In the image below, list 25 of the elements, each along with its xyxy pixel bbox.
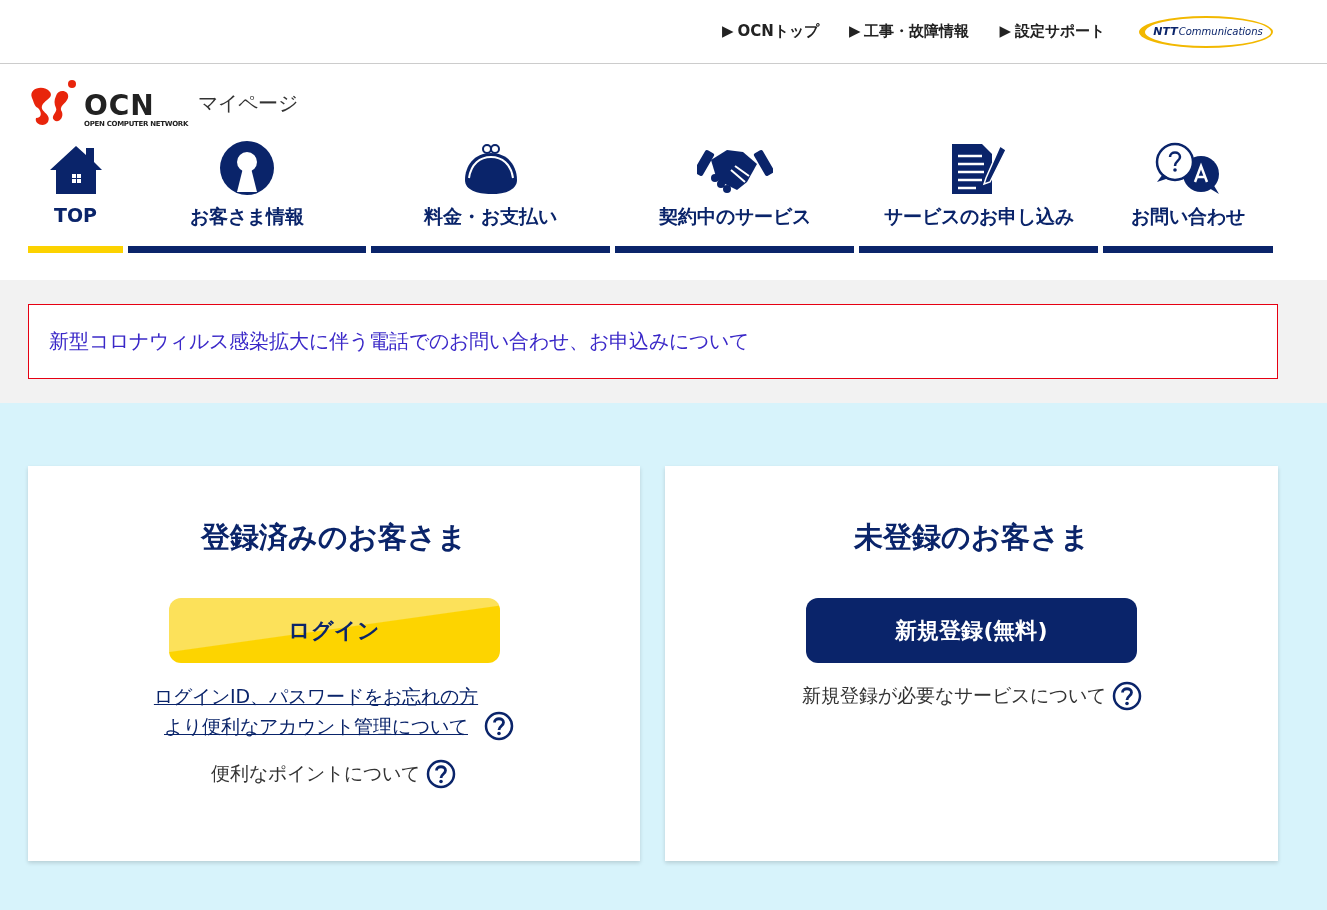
login-button[interactable]: ログイン bbox=[168, 598, 500, 663]
help-text: 便利なポイントについて bbox=[211, 761, 421, 786]
nav-tab[interactable]: 契約中のサービス bbox=[615, 138, 854, 253]
header-link[interactable]: ▶ 工事・故障情報 bbox=[848, 22, 970, 41]
logo-text: OCN bbox=[84, 92, 155, 120]
help-icon[interactable] bbox=[1111, 681, 1142, 711]
page-title: マイページ bbox=[198, 90, 298, 117]
help-icon[interactable] bbox=[484, 711, 515, 741]
register-button[interactable]: 新規登録(無料) bbox=[806, 598, 1137, 663]
help-icon[interactable] bbox=[426, 759, 457, 789]
keyhole-icon bbox=[219, 140, 275, 196]
card-title: 未登録のお客さま bbox=[853, 519, 1090, 556]
nav-tab[interactable]: サービスのお申し込み bbox=[859, 138, 1098, 253]
header-link[interactable]: ▶ 設定サポート bbox=[999, 22, 1105, 41]
nav-tab[interactable]: お問い合わせ bbox=[1103, 138, 1273, 253]
ntt-logo[interactable]: NTTCommunications bbox=[1139, 15, 1273, 48]
help-text: 新規登録が必要なサービスについて bbox=[801, 683, 1106, 708]
header-link[interactable]: ▶ OCNトップ bbox=[722, 22, 819, 41]
help-link[interactable]: ログインID、パスワードをお忘れの方 より便利なアカウント管理について bbox=[153, 681, 479, 741]
notice-link[interactable]: 新型コロナウィルス感染拡大に伴う電話でのお問い合わせ、お申込みについて bbox=[49, 328, 749, 355]
nav-tab[interactable]: TOP bbox=[28, 138, 123, 253]
nav-tab[interactable]: 料金・お支払い bbox=[371, 138, 610, 253]
document-pen-icon bbox=[949, 142, 1008, 196]
card-title: 登録済みのお客さま bbox=[201, 519, 467, 556]
nav-tab[interactable]: お客さま情報 bbox=[128, 138, 366, 253]
